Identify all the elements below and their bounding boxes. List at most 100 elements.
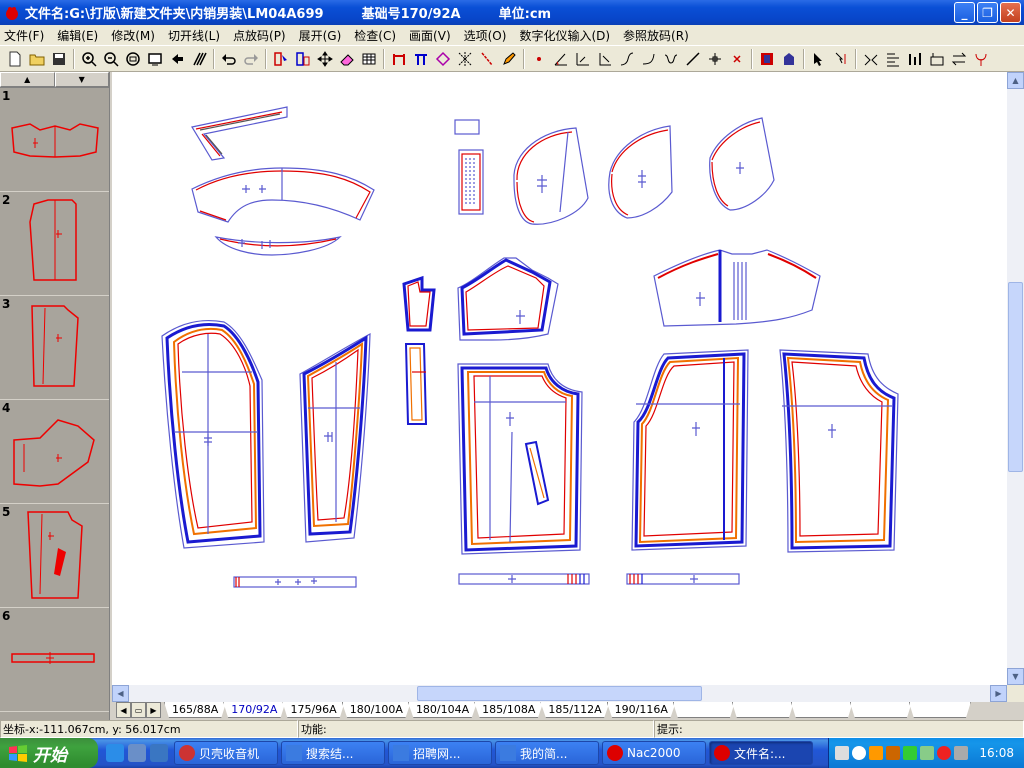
split-cursor-button[interactable] (830, 48, 852, 70)
thumbnail-scroll-down-button[interactable]: ▼ (54, 72, 109, 87)
tab-size-185-108a[interactable]: 185/108A (474, 702, 544, 718)
menu-digitizer-input[interactable]: 数字化仪输入(D) (519, 27, 610, 44)
thumbnail-item[interactable]: 3 (0, 296, 109, 400)
diamond-button[interactable] (432, 48, 454, 70)
tab-size-180-100a[interactable]: 180/100A (341, 702, 411, 718)
cursor-button[interactable] (808, 48, 830, 70)
align-button[interactable] (882, 48, 904, 70)
menu-reference-grading[interactable]: 参照放码(R) (623, 27, 689, 44)
scroll-down-button[interactable]: ▼ (1007, 668, 1024, 685)
bracket-button[interactable] (388, 48, 410, 70)
thumbnail-item[interactable]: 6 (0, 608, 109, 712)
restore-button[interactable]: ❐ (977, 2, 998, 23)
tab-nav-list-button[interactable]: ▭ (131, 702, 146, 718)
pattern-piece-pocket-flap-1[interactable] (513, 127, 589, 225)
arrow-left-button[interactable] (166, 48, 188, 70)
taskbar-item-nac2000[interactable]: Nac2000 (602, 741, 706, 765)
pattern-piece-front-right[interactable] (631, 349, 749, 551)
ie-icon[interactable] (106, 744, 124, 762)
horizontal-scrollbar[interactable]: ◀ ▶ (112, 685, 1007, 702)
dot-button[interactable] (528, 48, 550, 70)
pattern-piece-yoke-back[interactable] (653, 249, 821, 327)
rect-button[interactable] (926, 48, 948, 70)
menu-point-grading[interactable]: 点放码(P) (233, 27, 286, 44)
thumbnail-scroll-up-button[interactable]: ▲ (0, 72, 55, 87)
pattern-piece-cuff-middle[interactable] (458, 573, 590, 585)
piece-select-button[interactable] (270, 48, 292, 70)
vertical-scrollbar[interactable]: ▲ ▼ (1007, 72, 1024, 685)
horizontal-scroll-thumb[interactable] (417, 686, 702, 701)
thumbnail-item[interactable]: 5 (0, 504, 109, 608)
pattern-piece-label-small[interactable] (454, 119, 480, 135)
bezier-button[interactable] (660, 48, 682, 70)
pattern-piece-yoke-left[interactable] (457, 257, 559, 341)
tab-size-170-92a[interactable]: 170/92A (223, 702, 286, 718)
antivirus-icon[interactable] (937, 746, 951, 760)
tab-nav-first-button[interactable]: ◀ (116, 702, 131, 718)
tab-size-180-104a[interactable]: 180/104A (407, 702, 478, 718)
pattern-piece-collar-band[interactable] (191, 106, 288, 161)
tab-empty[interactable] (908, 702, 971, 718)
scroll-left-button[interactable]: ◀ (112, 685, 129, 702)
cross-pattern-button[interactable] (454, 48, 476, 70)
new-file-button[interactable] (4, 48, 26, 70)
pattern-piece-sleeve-left[interactable] (161, 319, 265, 549)
move-button[interactable] (314, 48, 336, 70)
minimize-button[interactable]: _ (954, 2, 975, 23)
shield-icon[interactable] (869, 746, 883, 760)
menu-edit[interactable]: 编辑(E) (57, 27, 98, 44)
line-button[interactable] (682, 48, 704, 70)
menu-cut-line[interactable]: 切开线(L) (168, 27, 220, 44)
menu-expand[interactable]: 展开(G) (299, 27, 342, 44)
eraser-button[interactable] (336, 48, 358, 70)
pattern-piece-cuff-left[interactable] (233, 576, 357, 588)
pattern-piece-pocket-flap-3[interactable] (709, 117, 775, 211)
menu-check[interactable]: 检查(C) (354, 27, 396, 44)
desktop-icon[interactable] (150, 744, 168, 762)
scroll-up-button[interactable]: ▲ (1007, 72, 1024, 89)
fill-piece-button[interactable] (756, 48, 778, 70)
thumbnail-item[interactable]: 1 (0, 88, 109, 192)
tab-empty[interactable] (731, 702, 794, 718)
table-button[interactable] (358, 48, 380, 70)
ruler-button[interactable] (572, 48, 594, 70)
pen-button[interactable] (498, 48, 520, 70)
piece-copy-button[interactable] (292, 48, 314, 70)
pattern-piece-sleeve-placket-top[interactable] (402, 275, 436, 332)
swap-button[interactable] (948, 48, 970, 70)
pattern-piece-placket[interactable] (458, 149, 484, 215)
pattern-piece-back[interactable] (779, 349, 899, 553)
curve-up-button[interactable] (616, 48, 638, 70)
chevron-left-icon[interactable] (852, 746, 866, 760)
node-button[interactable] (704, 48, 726, 70)
x-mark-button[interactable] (726, 48, 748, 70)
menu-view[interactable]: 画面(V) (409, 27, 451, 44)
undo-button[interactable] (218, 48, 240, 70)
tab-size-185-112a[interactable]: 185/112A (540, 702, 610, 718)
tab-empty[interactable] (790, 702, 853, 718)
pattern-drawing-canvas[interactable] (112, 72, 1007, 685)
pattern-piece-sleeve-right[interactable] (299, 332, 371, 543)
keyboard-icon[interactable] (835, 746, 849, 760)
taskbar-item-search[interactable]: 搜索结... (281, 741, 385, 765)
taskbar-item-radio[interactable]: 贝壳收音机 (174, 741, 278, 765)
close-button[interactable]: ✕ (1000, 2, 1021, 23)
menu-modify[interactable]: 修改(M) (111, 27, 155, 44)
zoom-out-button[interactable] (100, 48, 122, 70)
signal-icon[interactable] (920, 746, 934, 760)
tab-empty[interactable] (849, 702, 912, 718)
save-button[interactable] (48, 48, 70, 70)
pattern-piece-cuff-right[interactable] (626, 573, 740, 585)
pattern-piece-collar[interactable] (191, 167, 375, 223)
zoom-in-button[interactable] (78, 48, 100, 70)
pattern-piece-sleeve-placket-bottom[interactable] (404, 343, 428, 425)
zoom-fit-button[interactable] (122, 48, 144, 70)
tab-empty[interactable] (672, 702, 735, 718)
hanger-button[interactable] (778, 48, 800, 70)
corner-button[interactable] (594, 48, 616, 70)
hook-button[interactable] (970, 48, 992, 70)
tab-size-190-116a[interactable]: 190/116A (606, 702, 676, 718)
taskbar-item-recruit[interactable]: 招聘网... (388, 741, 492, 765)
grade-button[interactable] (904, 48, 926, 70)
media-icon[interactable] (128, 744, 146, 762)
